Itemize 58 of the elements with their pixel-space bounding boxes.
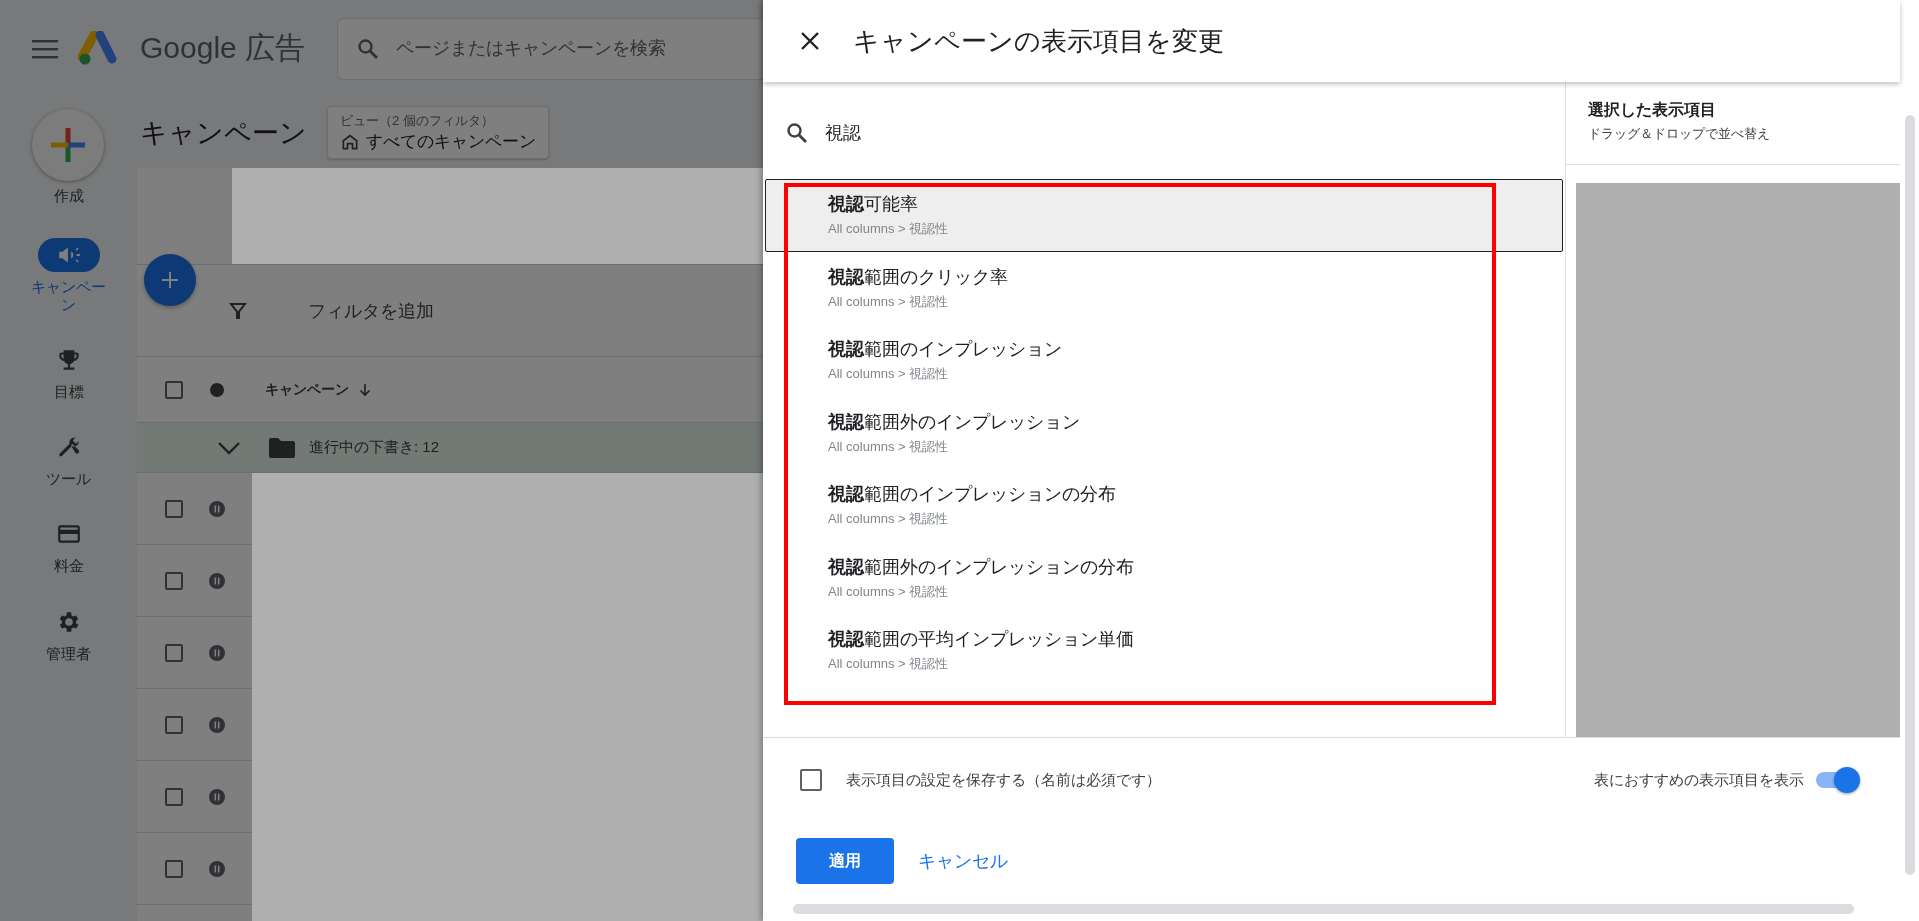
panel-title: キャンペーンの表示項目を変更 bbox=[853, 24, 1224, 58]
nav-item[interactable]: ツール bbox=[13, 430, 124, 488]
column-option-path: All columns > 視認性 bbox=[828, 220, 950, 239]
selected-columns-hint: ドラッグ＆ドロップで並べ替え bbox=[1588, 125, 1771, 143]
column-option-title: 視認可能率 bbox=[828, 193, 919, 217]
scrollbar-thumb[interactable] bbox=[793, 903, 1854, 914]
toggle-label: 表におすすめの表示項目を表示 bbox=[1594, 770, 1804, 790]
cancel-button[interactable]: キャンセル bbox=[916, 843, 1010, 879]
page-title: キャンペーン bbox=[140, 116, 307, 150]
column-option-title: 視認範囲のクリック率 bbox=[828, 265, 1009, 289]
plus-icon bbox=[50, 128, 85, 162]
save-option-label: 表示項目の設定を保存する（名前は必須です） bbox=[846, 770, 1161, 790]
toggle-switch[interactable] bbox=[1814, 766, 1860, 794]
checkbox[interactable] bbox=[165, 499, 183, 518]
nav-item[interactable]: 管理者 bbox=[13, 604, 124, 662]
nav-item[interactable]: 目標 bbox=[13, 342, 124, 400]
status-dot-icon bbox=[209, 381, 225, 398]
column-option-path: All columns > 視認性 bbox=[828, 655, 950, 674]
add-button[interactable] bbox=[144, 254, 196, 306]
draft-group-label[interactable]: 進行中の下書き: 12 bbox=[309, 438, 440, 457]
add-filter-link[interactable]: フィルタを追加 bbox=[308, 298, 434, 323]
create-label: 作成 bbox=[53, 187, 84, 205]
column-option-title: 視認範囲外のインプレッション bbox=[828, 410, 1081, 434]
column-search-field[interactable]: 視認 bbox=[823, 121, 1423, 144]
checkbox[interactable] bbox=[165, 859, 183, 878]
brand-name: Google 広告 bbox=[140, 30, 306, 66]
selected-columns-title: 選択した表示項目 bbox=[1588, 100, 1717, 120]
menu-icon[interactable] bbox=[32, 38, 58, 59]
search-bar[interactable]: ページまたはキャンペーンを検索 bbox=[337, 17, 763, 80]
column-option-title: 視認範囲外のインプレッションの分布 bbox=[828, 555, 1135, 579]
close-icon bbox=[799, 30, 821, 52]
nav-item[interactable]: キャンペーン bbox=[13, 238, 124, 313]
apply-button[interactable]: 適用 bbox=[796, 838, 894, 884]
checkbox[interactable] bbox=[800, 769, 822, 791]
checkbox[interactable] bbox=[165, 571, 183, 590]
column-option-path: All columns > 視認性 bbox=[828, 365, 950, 384]
column-option-path: All columns > 視認性 bbox=[828, 510, 950, 529]
sort-arrow-icon[interactable] bbox=[357, 381, 373, 398]
checkbox[interactable] bbox=[165, 643, 183, 662]
column-option-title: 視認範囲の平均インプレッション単価 bbox=[828, 628, 1135, 652]
checkbox[interactable] bbox=[165, 380, 183, 399]
chevron-down-icon[interactable] bbox=[217, 440, 241, 455]
search-field[interactable]: ページまたはキャンペーンを検索 bbox=[394, 37, 763, 60]
scrollbar-thumb[interactable] bbox=[1904, 115, 1915, 875]
column-option-path: All columns > 視認性 bbox=[828, 582, 950, 601]
column-option-title: 視認範囲のインプレッションの分布 bbox=[828, 483, 1117, 507]
folder-icon bbox=[269, 437, 295, 458]
search-icon bbox=[785, 120, 809, 145]
view-selector[interactable]: ビュー（2 個のフィルタ） すべてのキャンペーン bbox=[327, 106, 549, 159]
create-button[interactable] bbox=[31, 109, 104, 181]
column-option[interactable]: 視認可能率 All columns > 視認性 bbox=[765, 179, 1563, 252]
column-header[interactable]: キャンペーン bbox=[265, 380, 349, 399]
checkbox[interactable] bbox=[165, 787, 183, 806]
nav-item[interactable]: 料金 bbox=[13, 517, 124, 575]
column-option-path: All columns > 視認性 bbox=[828, 292, 950, 311]
checkbox[interactable] bbox=[165, 715, 183, 734]
column-option-path: All columns > 視認性 bbox=[828, 437, 950, 456]
column-option-title: 視認範囲のインプレッション bbox=[828, 338, 1063, 362]
